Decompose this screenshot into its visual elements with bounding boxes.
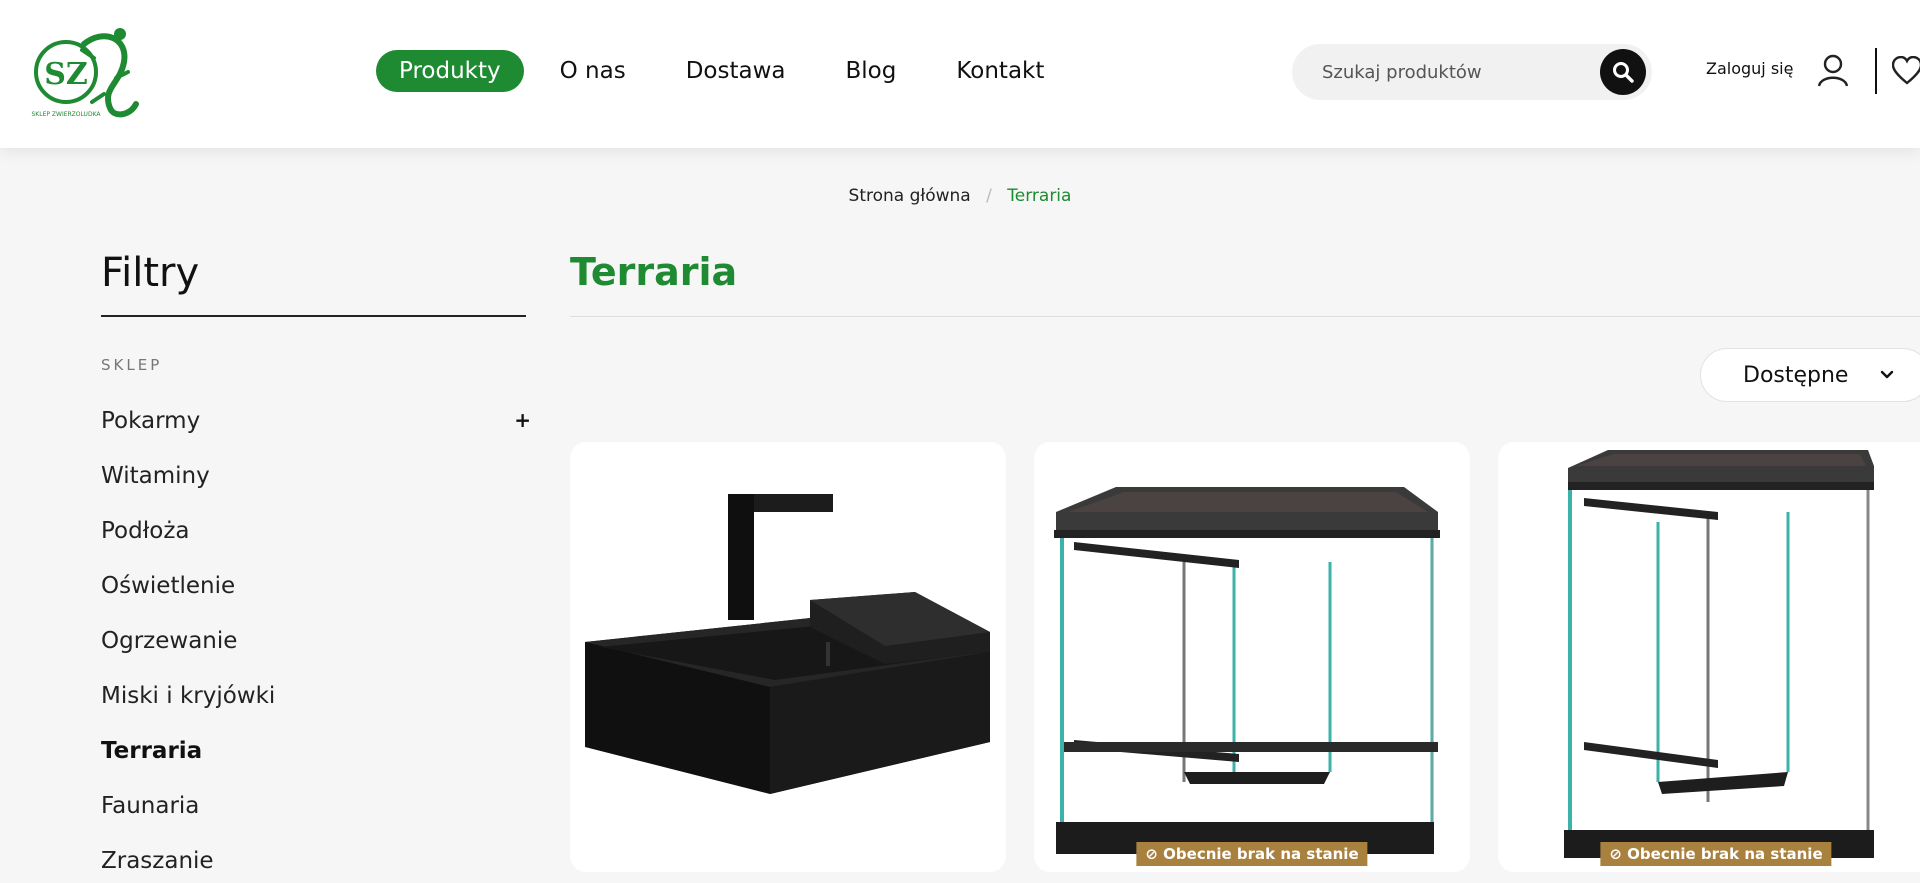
search-input[interactable]: [1322, 61, 1582, 83]
sort-selected-value: Dostępne: [1743, 363, 1849, 388]
shop-section-label: SKLEP: [101, 356, 163, 374]
product-card[interactable]: [570, 442, 1006, 872]
sort-dropdown[interactable]: Dostępne: [1700, 348, 1920, 402]
category-list: Pokarmy + Witaminy Podłoża Oświetlenie O…: [101, 408, 531, 883]
nav-produkty[interactable]: Produkty: [376, 50, 524, 92]
site-header: SZ SKLEP ZWIERZOLUDKA Produkty O nas Dos…: [0, 0, 1920, 148]
product-image-black-turtle-tank[interactable]: [570, 442, 1006, 872]
expand-plus-icon[interactable]: +: [514, 408, 531, 432]
main-nav: Produkty O nas Dostawa Blog Kontakt: [376, 50, 1104, 92]
breadcrumb-home[interactable]: Strona główna: [849, 186, 971, 206]
category-ogrzewanie[interactable]: Ogrzewanie: [101, 628, 531, 683]
category-label: Ogrzewanie: [101, 628, 238, 654]
heart-icon[interactable]: [1892, 56, 1920, 86]
login-link[interactable]: Zaloguj się: [1706, 59, 1793, 78]
category-label: Miski i kryjówki: [101, 683, 276, 709]
site-logo[interactable]: SZ SKLEP ZWIERZOLUDKA: [24, 18, 148, 126]
category-zraszanie[interactable]: Zraszanie: [101, 848, 531, 883]
nav-kontakt[interactable]: Kontakt: [956, 50, 1044, 92]
nav-dostawa[interactable]: Dostawa: [686, 50, 786, 92]
out-of-stock-badge: ⊘ Obecnie brak na stanie: [1136, 842, 1368, 866]
chevron-down-icon: [1880, 370, 1894, 379]
category-oswietlenie[interactable]: Oświetlenie: [101, 573, 531, 628]
product-card[interactable]: ⊘ Obecnie brak na stanie: [1034, 442, 1470, 872]
header-divider: [1875, 48, 1877, 94]
category-label: Witaminy: [101, 463, 210, 489]
title-divider: [570, 316, 1920, 317]
category-terraria[interactable]: Terraria: [101, 738, 531, 793]
filters-title: Filtry: [101, 250, 200, 296]
category-label: Oświetlenie: [101, 573, 236, 599]
search-bar: [1292, 44, 1652, 100]
breadcrumb-current: Terraria: [1007, 186, 1072, 206]
category-label: Pokarmy: [101, 408, 201, 434]
category-podloza[interactable]: Podłoża: [101, 518, 531, 573]
page-title: Terraria: [570, 250, 738, 294]
category-witaminy[interactable]: Witaminy: [101, 463, 531, 518]
out-of-stock-badge: ⊘ Obecnie brak na stanie: [1600, 842, 1832, 866]
logo-text: SZ: [44, 57, 88, 92]
nav-o-nas[interactable]: O nas: [560, 50, 626, 92]
breadcrumb: Strona główna / Terraria: [0, 186, 1920, 206]
product-image-tall-glass-terrarium[interactable]: [1498, 442, 1920, 872]
category-label: Zraszanie: [101, 848, 214, 874]
nav-blog[interactable]: Blog: [846, 50, 897, 92]
product-image-glass-terrarium[interactable]: [1034, 442, 1470, 872]
search-button[interactable]: [1600, 49, 1646, 95]
search-icon: [1613, 62, 1634, 83]
category-label: Terraria: [101, 738, 203, 764]
category-label: Podłoża: [101, 518, 190, 544]
category-pokarmy[interactable]: Pokarmy +: [101, 408, 531, 463]
user-icon[interactable]: [1816, 53, 1850, 87]
filters-divider: [101, 315, 526, 317]
category-label: Faunaria: [101, 793, 200, 819]
logo-subtitle: SKLEP ZWIERZOLUDKA: [32, 111, 102, 118]
breadcrumb-separator: /: [986, 186, 992, 206]
category-miski-i-kryjowki[interactable]: Miski i kryjówki: [101, 683, 531, 738]
category-faunaria[interactable]: Faunaria: [101, 793, 531, 848]
product-card[interactable]: ⊘ Obecnie brak na stanie: [1498, 442, 1920, 872]
